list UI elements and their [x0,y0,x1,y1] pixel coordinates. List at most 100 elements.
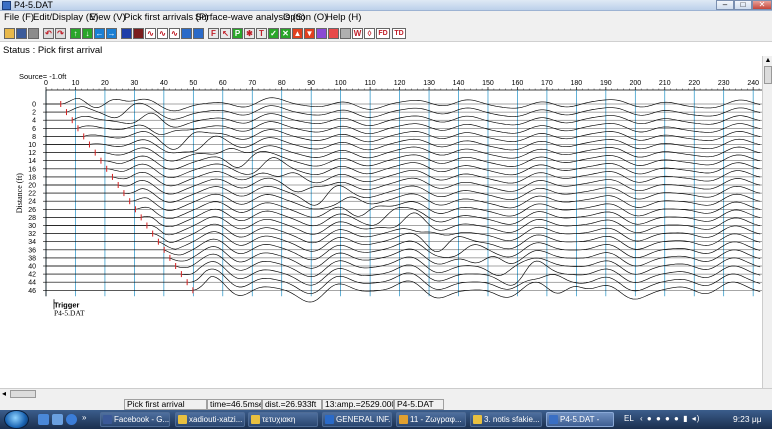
browser-icon[interactable] [66,414,77,425]
vertical-scroll-thumb[interactable] [764,66,772,84]
task-label: xadiouti-xatzi... [189,415,243,424]
maximize-button[interactable]: □ [734,0,752,10]
open-icon[interactable] [4,28,15,39]
horizontal-scrollbar[interactable]: ◂ [0,388,772,398]
td-icon[interactable]: TD [392,28,406,39]
language-indicator[interactable]: EL [624,413,634,425]
start-button[interactable] [4,410,29,429]
taskbar: » Facebook - G... xadiouti-xatzi... τετυχι… [0,410,772,429]
arrow-left-icon[interactable]: ← [94,28,105,39]
y-tick-label: 12 [28,150,36,157]
check-icon[interactable]: ✓ [268,28,279,39]
taskbar-task[interactable]: τετυχιακη [248,412,318,427]
menu-option[interactable]: Option (O) [283,12,327,24]
trace [46,253,761,278]
save-icon[interactable] [16,28,27,39]
trace [46,201,761,219]
phase-icon[interactable]: ◊ [364,28,375,39]
task-icon [549,415,558,424]
show-desktop-icon[interactable] [38,414,49,425]
title-bar[interactable]: P4-5.DAT – □ ✕ [0,0,772,11]
more-chevron-icon[interactable]: » [82,413,86,422]
x-tick-label: 60 [219,80,227,87]
wiggle-icon[interactable]: ∿ [145,28,156,39]
x-tick-label: 90 [307,80,315,87]
y-tick-label: 10 [28,142,36,149]
scroll-up-icon[interactable]: ▲ [764,57,772,65]
y-tick-label: 32 [28,231,36,238]
seismic-plot[interactable]: Source= -1.0ft0 10 20 30 40 50 60 70 80 90 100 110 1… [0,56,762,388]
x-tick-label: 220 [688,80,700,87]
y-tick-label: 6 [32,126,36,133]
task-label: GENERAL INF... [336,415,392,424]
gain-icon[interactable] [181,28,192,39]
menu-help[interactable]: Help (H) [326,12,361,24]
redo-icon[interactable]: ↷ [55,28,66,39]
menu-edit[interactable]: Edit/Display (E) [33,12,98,24]
pick-icon[interactable]: P [232,28,243,39]
x-tick-label: 190 [600,80,612,87]
y-tick-label: 2 [32,110,36,117]
delete-icon[interactable]: ✕ [280,28,291,39]
color-bar-icon[interactable] [316,28,327,39]
window-title: P4-5.DAT [14,0,53,10]
filter-icon[interactable]: F [208,28,219,39]
norm-icon[interactable] [193,28,204,39]
taskbar-task[interactable]: 11 - Ζωγραφ... [396,412,466,427]
wiggle-fill-icon[interactable]: ∿ [157,28,168,39]
arrow-up-icon[interactable]: ↑ [70,28,81,39]
fd-icon[interactable]: FD [376,28,390,39]
spectrum-icon[interactable] [328,28,339,39]
taskbar-task[interactable]: 3. notis sfakie... [470,412,542,427]
x-tick-label: 40 [160,80,168,87]
clock[interactable]: 9:23 μμ [733,413,762,425]
tray-icons[interactable]: ‹ ● ● ● ● ▮ ◂) [640,413,700,425]
w-icon[interactable]: W [352,28,363,39]
trace [46,145,761,162]
vertical-scrollbar[interactable]: ▲ [762,56,772,388]
trace [46,177,761,195]
arrow-right-icon[interactable]: → [106,28,117,39]
x-tick-label: 80 [278,80,286,87]
y-tick-label: 36 [28,247,36,254]
display-mode-2-icon[interactable] [133,28,144,39]
app-icon [2,1,11,10]
y-tick-label: 46 [28,288,36,295]
taskbar-task[interactable]: Facebook - G... [100,412,170,427]
y-tick-label: 24 [28,199,36,206]
trace [46,129,761,150]
y-tick-label: 40 [28,264,36,271]
mesh-icon[interactable] [340,28,351,39]
print-icon[interactable] [28,28,39,39]
undo-icon[interactable]: ↶ [43,28,54,39]
horizontal-scroll-thumb[interactable] [10,390,36,398]
pointer-icon[interactable]: ↖ [220,28,231,39]
y-tick-label: 14 [28,158,36,165]
taskbar-task[interactable]: P4-5.DAT - [546,412,614,427]
menu-file[interactable]: File (F) [4,12,34,24]
x-tick-label: 10 [72,80,80,87]
task-icon [473,415,482,424]
display-mode-1-icon[interactable] [121,28,132,39]
y-tick-label: 18 [28,174,36,181]
switch-windows-icon[interactable] [52,414,63,425]
trigger-icon[interactable]: T [256,28,267,39]
close-button[interactable]: ✕ [752,0,772,10]
task-label: Facebook - G... [114,415,170,424]
y-tick-label: 0 [32,102,36,109]
up-triangle-icon[interactable]: ▲ [292,28,303,39]
taskbar-task[interactable]: xadiouti-xatzi... [175,412,245,427]
down-triangle-icon[interactable]: ▼ [304,28,315,39]
star-icon[interactable]: ✱ [244,28,255,39]
wiggle-var-icon[interactable]: ∿ [169,28,180,39]
trace [46,268,761,294]
y-tick-label: 4 [32,118,36,125]
trace [46,193,761,211]
arrow-down-icon[interactable]: ↓ [82,28,93,39]
minimize-button[interactable]: – [716,0,734,10]
menu-view[interactable]: View (V) [90,12,126,24]
y-tick-label: 8 [32,134,36,141]
x-tick-label: 0 [44,80,48,87]
x-tick-label: 230 [718,80,730,87]
taskbar-task[interactable]: GENERAL INF... [322,412,392,427]
